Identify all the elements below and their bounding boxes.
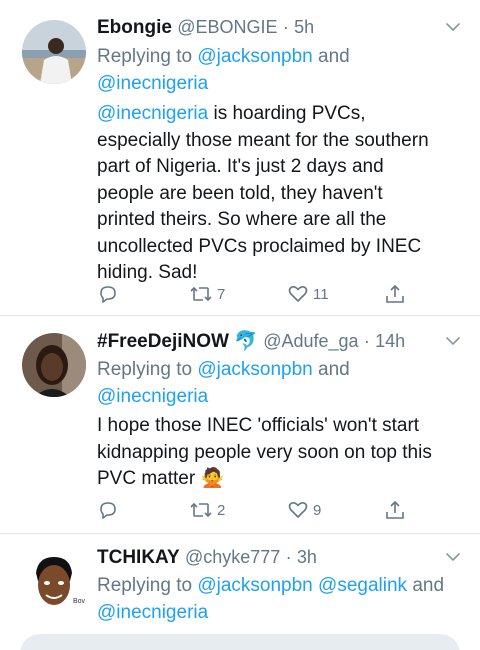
like-icon <box>288 286 308 302</box>
like-count: 9 <box>313 501 322 519</box>
separator: · <box>282 17 289 37</box>
chevron-down-icon[interactable] <box>446 336 460 346</box>
tweet-text-line: hiding. Sad! <box>97 262 198 283</box>
tweet[interactable]: Ebongie @EBONGIE · 5h Replying to @jacks… <box>0 0 480 316</box>
retweet-count: 7 <box>217 285 226 303</box>
retweet-icon <box>190 502 212 518</box>
mention-link[interactable]: @segalink <box>318 575 407 596</box>
mention-link[interactable]: @inecnigeria <box>97 602 208 623</box>
tweet-text-line: kidnapping people very soon on top this <box>97 441 432 463</box>
timestamp[interactable]: 3h <box>297 547 317 567</box>
dolphin-emoji: 🐬 <box>234 331 258 352</box>
mention-link[interactable]: @inecnigeria <box>97 103 208 124</box>
mention-link[interactable]: @jacksonpbn <box>197 575 312 596</box>
chevron-down-icon[interactable] <box>446 22 460 32</box>
tweet-header: TCHIKAY @chyke777 · 3h <box>97 545 460 570</box>
replying-prefix: Replying to <box>97 46 198 67</box>
replying-to: Replying to @jacksonpbn @segalink and @i… <box>97 572 460 626</box>
tweet-header: Ebongie @EBONGIE · 5h <box>97 15 460 40</box>
handle[interactable]: @Adufe_ga <box>263 331 358 351</box>
reply-button[interactable] <box>97 499 119 521</box>
chevron-down-icon[interactable] <box>446 552 460 562</box>
svg-text:Bov: Bov <box>73 598 86 605</box>
avatar[interactable] <box>22 20 86 84</box>
handle[interactable]: @EBONGIE <box>177 17 277 37</box>
like-button[interactable]: 9 <box>287 499 321 521</box>
tweet-actions: 2 9 <box>97 498 420 522</box>
tweet-text: @inecnigeria is hoarding PVCs, especiall… <box>97 101 460 287</box>
tweet-text-line: especially those meant for the southern <box>97 129 429 151</box>
tweet-text-line: printed theirs. So where are all the <box>97 209 387 230</box>
reply-button[interactable] <box>97 283 119 305</box>
display-name[interactable]: #FreeDejiNOW <box>97 331 229 352</box>
mention-link[interactable]: @inecnigeria <box>97 386 208 407</box>
reply-icon <box>100 286 116 303</box>
tweet-actions: 7 11 <box>97 282 420 306</box>
like-icon <box>288 502 308 518</box>
tweet-text-line: I hope those INEC 'officials' won't star… <box>97 415 420 436</box>
tweet-text: I hope those INEC 'officials' won't star… <box>97 413 460 493</box>
share-icon <box>386 500 404 519</box>
handle[interactable]: @chyke777 <box>185 547 280 567</box>
separator: · <box>363 331 370 351</box>
display-name[interactable]: TCHIKAY <box>97 547 180 568</box>
replying-joiner: and <box>312 359 350 380</box>
share-button[interactable] <box>384 283 406 305</box>
like-button[interactable]: 11 <box>287 283 329 305</box>
retweet-count: 2 <box>217 501 226 519</box>
replying-joiner: and <box>312 46 350 67</box>
separator: · <box>285 547 292 567</box>
avatar[interactable] <box>22 333 86 397</box>
retweet-button[interactable]: 2 <box>189 499 225 521</box>
display-name[interactable]: Ebongie <box>97 17 172 38</box>
timestamp[interactable]: 5h <box>294 17 314 37</box>
mention-link[interactable]: @jacksonpbn <box>197 46 312 67</box>
mention-link[interactable]: @jacksonpbn <box>197 359 312 380</box>
replying-to: Replying to @jacksonpbn and @inecnigeria <box>97 43 460 97</box>
person-gesturing-no-emoji: 🙅 <box>200 468 225 489</box>
reply-icon <box>100 502 116 519</box>
replying-prefix: Replying to <box>97 575 198 596</box>
reply-compose-bar[interactable] <box>20 634 460 650</box>
retweet-icon <box>190 286 212 302</box>
tweet-text-line: is hoarding PVCs, <box>208 103 366 124</box>
retweet-button[interactable]: 7 <box>189 283 225 305</box>
tweet-text-line: PVC matter <box>97 468 196 489</box>
tweet-text-line: people are been told, they haven't <box>97 182 383 204</box>
replying-joiner: and <box>407 575 445 596</box>
tweet-text-line: uncollected PVCs proclaimed by INEC <box>97 235 422 257</box>
mention-link[interactable]: @inecnigeria <box>97 73 208 94</box>
tweet-header: #FreeDejiNOW 🐬 @Adufe_ga · 14h <box>97 329 460 354</box>
share-button[interactable] <box>384 499 406 521</box>
timestamp[interactable]: 14h <box>375 331 405 351</box>
share-icon <box>386 284 404 303</box>
tweet-text-line: part of Nigeria. It's just 2 days and <box>97 156 384 177</box>
replying-prefix: Replying to <box>97 359 198 380</box>
avatar[interactable]: Bov <box>22 551 86 615</box>
like-count: 11 <box>313 285 329 303</box>
replying-to: Replying to @jacksonpbn and @inecnigeria <box>97 356 460 410</box>
